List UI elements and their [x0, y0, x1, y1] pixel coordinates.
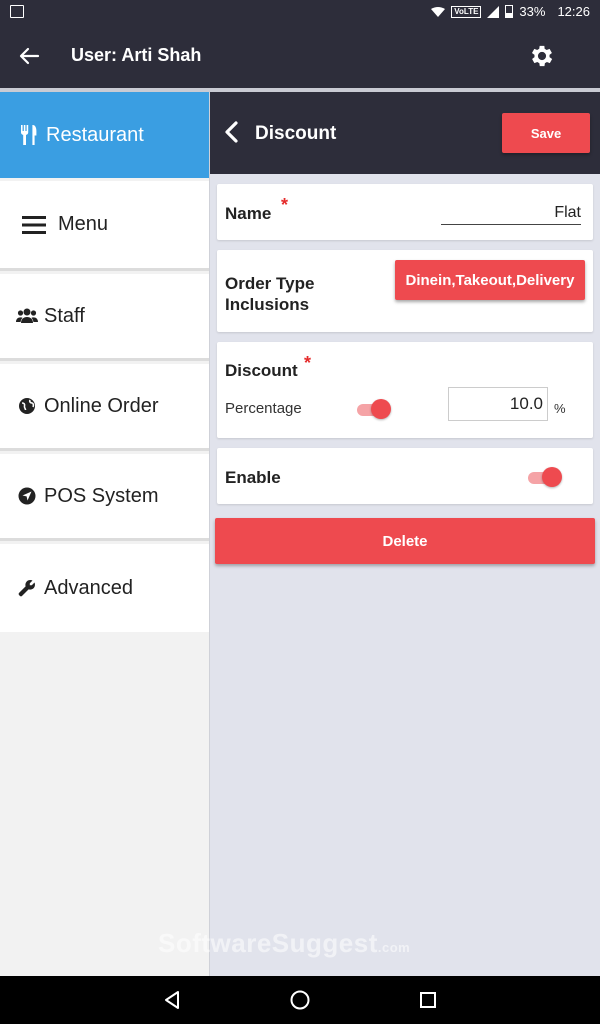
sidebar: Restaurant Menu Staff Online Order POS S… — [0, 92, 209, 976]
nav-back-icon[interactable] — [160, 988, 184, 1012]
clock: 12:26 — [557, 4, 590, 19]
sidebar-item-advanced[interactable]: Advanced — [0, 544, 209, 632]
sidebar-item-menu[interactable]: Menu — [0, 181, 209, 271]
percent-sign: % — [554, 401, 566, 416]
order-type-label-line1: Order Type — [225, 274, 315, 293]
order-type-label-line2: Inclusions — [225, 295, 310, 314]
name-label: Name — [225, 204, 272, 223]
app-bar: User: Arti Shah — [0, 24, 600, 88]
delete-button[interactable]: Delete — [215, 518, 595, 564]
discount-card: Discount * Percentage % — [217, 342, 593, 438]
sidebar-item-label: Online Order — [44, 394, 159, 417]
enable-card: Enable — [217, 448, 593, 504]
battery-icon — [505, 5, 514, 18]
order-type-card: Order Type Inclusions Dinein,Takeout,Del… — [217, 250, 593, 332]
percentage-toggle[interactable] — [355, 398, 391, 420]
toggle-knob — [371, 399, 391, 419]
users-icon — [16, 305, 38, 327]
name-field[interactable] — [441, 201, 581, 225]
menu-icon — [22, 214, 46, 236]
percentage-label: Percentage — [225, 400, 302, 417]
wrench-icon — [16, 577, 38, 599]
globe-icon — [16, 395, 38, 417]
sidebar-item-staff[interactable]: Staff — [0, 274, 209, 361]
sidebar-item-pos-system[interactable]: POS System — [0, 454, 209, 541]
watermark-suffix: .com — [377, 940, 411, 955]
volte-badge: VoLTE — [451, 5, 482, 18]
panel-title: Discount — [255, 123, 337, 144]
nav-recents-icon[interactable] — [416, 988, 440, 1012]
discount-value-input[interactable] — [448, 387, 548, 421]
sidebar-item-label: Staff — [44, 304, 85, 327]
location-arrow-icon — [16, 485, 38, 507]
chevron-left-icon[interactable] — [222, 120, 242, 144]
order-type-label: Order Type Inclusions — [225, 273, 314, 315]
back-arrow-icon[interactable] — [16, 42, 44, 70]
enable-label: Enable — [225, 468, 281, 487]
sidebar-item-online-order[interactable]: Online Order — [0, 364, 209, 451]
image-notification-icon — [10, 5, 24, 18]
watermark-main: SoftwareSuggest — [158, 928, 378, 958]
required-marker: * — [281, 195, 289, 215]
nav-home-icon[interactable] — [288, 988, 312, 1012]
watermark: SoftwareSuggest.com — [158, 928, 410, 959]
sidebar-item-label: POS System — [44, 484, 159, 507]
sidebar-item-restaurant[interactable]: Restaurant — [0, 92, 209, 178]
sidebar-item-label: Advanced — [44, 576, 133, 599]
signal-icon — [487, 5, 500, 18]
required-marker: * — [304, 353, 312, 373]
name-card: Name * — [217, 184, 593, 240]
toggle-knob — [542, 467, 562, 487]
panel-header: Discount Save — [210, 92, 600, 174]
discount-label: Discount — [225, 361, 298, 380]
system-nav-bar — [0, 976, 600, 1024]
discount-panel: Discount Save Name * Order Type Inclusio… — [210, 92, 600, 976]
gear-icon[interactable] — [528, 42, 556, 70]
battery-percent: 33% — [519, 4, 546, 19]
sidebar-item-label: Restaurant — [46, 123, 144, 146]
enable-toggle[interactable] — [526, 466, 562, 488]
save-button[interactable]: Save — [502, 113, 590, 153]
utensils-icon — [18, 124, 40, 146]
status-bar: VoLTE 33% 12:26 — [0, 0, 600, 24]
order-type-select-button[interactable]: Dinein,Takeout,Delivery — [395, 260, 585, 300]
app-title: User: Arti Shah — [71, 45, 202, 65]
sidebar-item-label: Menu — [58, 213, 109, 235]
wifi-icon — [431, 6, 446, 17]
status-icons: VoLTE 33% 12:26 — [431, 4, 590, 19]
